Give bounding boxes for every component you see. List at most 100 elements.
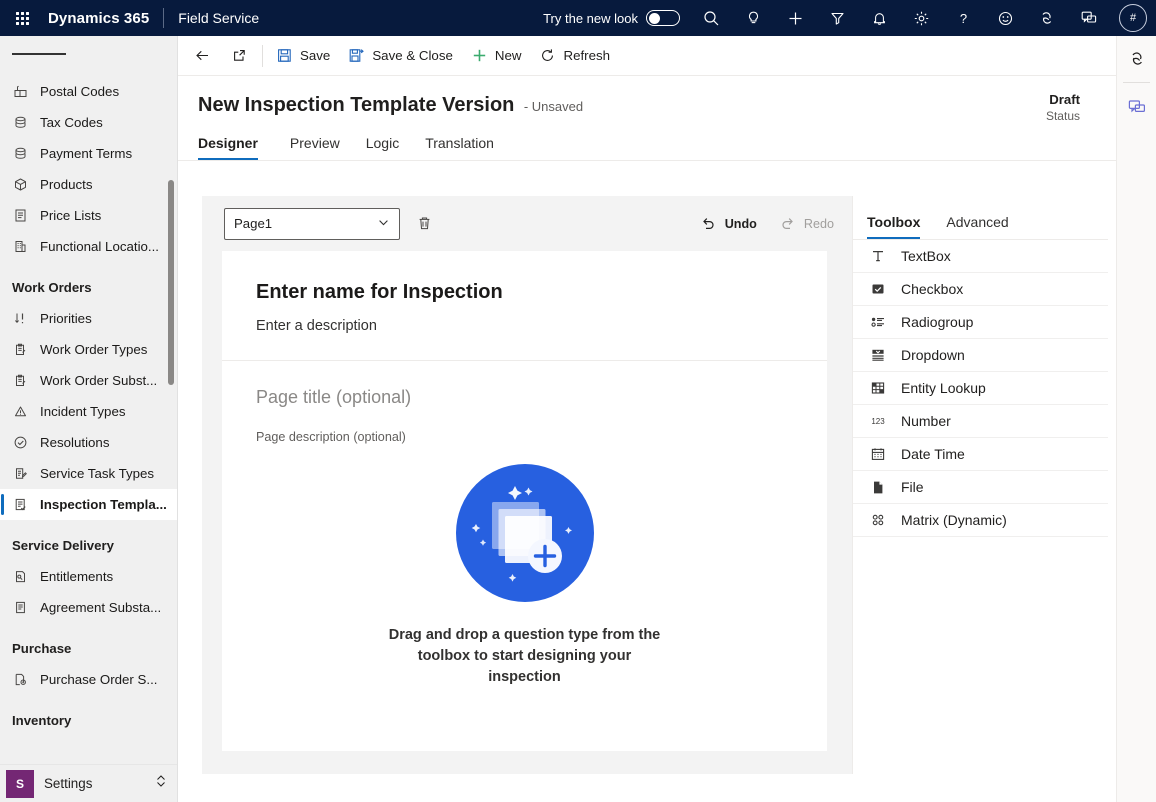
sidebar-item-priorities[interactable]: Priorities (0, 303, 177, 334)
toolbox-item-label: Number (901, 413, 951, 429)
redo-button[interactable]: Redo (779, 215, 834, 232)
refresh-icon (542, 49, 554, 61)
sidebar-item-label: Service Task Types (40, 466, 155, 481)
delete-page-button[interactable] (416, 215, 433, 232)
sidebar-item-label: Entitlements (40, 569, 114, 584)
toolbox-item-date-time[interactable]: Date Time (853, 438, 1108, 471)
toolbox-item-label: Radiogroup (901, 314, 974, 330)
redo-icon (782, 218, 793, 229)
refresh-button[interactable]: Refresh (530, 41, 619, 71)
designer-shell: Page1 Undo Redo Enter name for Inspectio… (202, 196, 1108, 774)
brand-label[interactable]: Dynamics 365 (44, 10, 163, 27)
app-launcher-button[interactable] (0, 0, 44, 36)
tab-logic[interactable]: Logic (353, 129, 412, 160)
notifications-button[interactable] (858, 0, 900, 36)
sidebar-item-label: Inspection Templa... (40, 497, 167, 512)
tab-advanced[interactable]: Advanced (946, 214, 1020, 239)
save-icon (278, 49, 291, 62)
toolbox-item-radiogroup[interactable]: Radiogroup (853, 306, 1108, 339)
agreement-icon (12, 600, 29, 615)
user-avatar-button[interactable]: # (1110, 0, 1156, 36)
toolbox-item-checkbox[interactable]: Checkbox (853, 273, 1108, 306)
chat-button[interactable] (1068, 0, 1110, 36)
toolbox-item-entity-lookup[interactable]: Entity Lookup (853, 372, 1108, 405)
area-switcher[interactable]: S Settings (0, 764, 177, 802)
back-button[interactable] (184, 41, 221, 71)
toolbox-item-matrix-dynamic[interactable]: Matrix (Dynamic) (853, 504, 1108, 537)
toolbox-item-dropdown[interactable]: Dropdown (853, 339, 1108, 372)
help-button[interactable]: ? (942, 0, 984, 36)
sidebar-item-label: Priorities (40, 311, 92, 326)
tab-translation[interactable]: Translation (412, 129, 507, 160)
undo-button[interactable]: Undo (700, 215, 757, 232)
chevron-updown-icon (154, 773, 168, 794)
sidebar-item-price-lists[interactable]: Price Lists (0, 200, 177, 231)
sidebar-item-service-task-types[interactable]: Service Task Types (0, 458, 177, 489)
page-description-input[interactable]: Page description (optional) (256, 430, 793, 444)
sidebar-item-entitlements[interactable]: Entitlements (0, 561, 177, 592)
empty-state-text: Drag and drop a question type from the t… (388, 627, 661, 685)
toggle-switch[interactable] (646, 10, 680, 26)
inspection-name-input[interactable]: Enter name for Inspection (256, 281, 793, 304)
sidebar-item-purchase-order-substatuses[interactable]: Purchase Order S... (0, 664, 177, 695)
copilot-button[interactable] (1026, 0, 1068, 36)
page-title-input[interactable]: Page title (optional) (256, 387, 793, 408)
sidebar-group-work-orders: Work Orders (12, 280, 92, 295)
page-select[interactable]: Page1 (224, 207, 400, 240)
command-bar: Save Save & Close New Refresh (178, 36, 1116, 76)
sidebar-item-tax-codes[interactable]: Tax Codes (0, 107, 177, 138)
tab-preview[interactable]: Preview (277, 129, 353, 160)
hamburger-icon (12, 53, 30, 55)
sidebar-item-payment-terms[interactable]: Payment Terms (0, 138, 177, 169)
try-new-look-toggle[interactable]: Try the new look (543, 10, 680, 26)
sidebar-item-postal-codes[interactable]: Postal Codes (0, 76, 177, 107)
entity-lookup-icon (869, 380, 887, 396)
rail-chat-button[interactable] (1117, 85, 1156, 129)
inspection-description-input[interactable]: Enter a description (256, 318, 793, 334)
sidebar-item-products[interactable]: Products (0, 169, 177, 200)
toolbox-item-file[interactable]: File (853, 471, 1108, 504)
sidebar-top-items: Postal Codes Tax Codes Payment Terms Pro… (0, 72, 177, 262)
toolbox-item-textbox[interactable]: TextBox (853, 240, 1108, 273)
sidebar-collapse-button[interactable] (0, 36, 177, 72)
filter-button[interactable] (816, 0, 858, 36)
sidebar-item-resolutions[interactable]: Resolutions (0, 427, 177, 458)
sidebar-item-inspection-templates[interactable]: Inspection Templa... (0, 489, 177, 520)
search-button[interactable] (690, 0, 732, 36)
tab-designer[interactable]: Designer (198, 129, 271, 160)
toolbox-item-label: Dropdown (901, 347, 965, 363)
building-icon (12, 239, 29, 254)
checkbox-icon (869, 281, 887, 297)
tab-toolbox[interactable]: Toolbox (867, 214, 932, 239)
new-button[interactable]: New (462, 41, 531, 71)
sidebar-item-work-order-types[interactable]: Work Order Types (0, 334, 177, 365)
settings-button[interactable] (900, 0, 942, 36)
svg-text:?: ? (959, 11, 966, 26)
calendar-icon (869, 446, 887, 462)
sidebar-scrollbar[interactable] (168, 180, 174, 385)
save-and-close-button[interactable]: Save & Close (339, 41, 462, 71)
sidebar-item-agreement-substatuses[interactable]: Agreement Substa... (0, 592, 177, 623)
save-label: Save (300, 48, 331, 63)
sidebar-item-incident-types[interactable]: Incident Types (0, 396, 177, 427)
rail-copilot-button[interactable] (1117, 36, 1156, 80)
rail-separator (1123, 82, 1150, 83)
save-button[interactable]: Save (267, 41, 339, 71)
app-bar: Dynamics 365 Field Service Try the new l… (0, 0, 1156, 36)
app-name-label[interactable]: Field Service (164, 10, 259, 26)
popout-button[interactable] (221, 41, 258, 71)
sidebar-item-work-order-substatuses[interactable]: Work Order Subst... (0, 365, 177, 396)
search-icon (703, 10, 718, 25)
quick-create-button[interactable] (774, 0, 816, 36)
avatar: # (1119, 4, 1147, 32)
box-icon (12, 177, 29, 192)
toolbox-item-number[interactable]: 123 Number (853, 405, 1108, 438)
sidebar-item-functional-locations[interactable]: Functional Locatio... (0, 231, 177, 262)
number-icon: 123 (869, 413, 887, 429)
toolbox-item-label: Checkbox (901, 281, 964, 297)
gear-icon (914, 11, 928, 25)
insights-button[interactable] (732, 0, 774, 36)
sidebar-item-label: Payment Terms (40, 146, 133, 161)
feedback-button[interactable] (984, 0, 1026, 36)
page-subtitle: - Unsaved (523, 99, 584, 114)
